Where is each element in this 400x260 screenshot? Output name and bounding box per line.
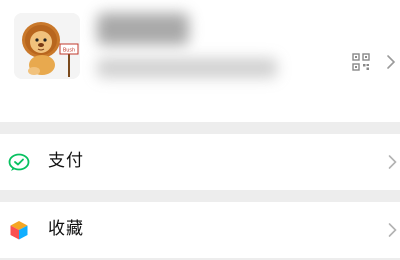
pay-icon: [8, 153, 30, 171]
menu-item-pay[interactable]: 支付: [0, 134, 400, 190]
profile-id-blurred: [97, 58, 277, 78]
chevron-right-icon: [388, 223, 397, 237]
avatar[interactable]: Bush: [14, 13, 80, 79]
menu-item-favorites[interactable]: 收藏: [0, 202, 400, 258]
chevron-right-icon: [388, 155, 397, 169]
lion-avatar-icon: Bush: [14, 13, 80, 79]
avatar-sign-text: Bush: [63, 48, 75, 54]
chevron-right-icon[interactable]: [385, 53, 397, 71]
profile-name-blurred: [97, 13, 189, 45]
menu-item-favorites-label: 收藏: [48, 219, 84, 239]
qr-code-icon[interactable]: [352, 53, 370, 71]
favorites-cube-icon: [10, 221, 28, 240]
menu-item-pay-label: 支付: [48, 151, 84, 171]
profile-header[interactable]: Bush: [0, 0, 400, 122]
